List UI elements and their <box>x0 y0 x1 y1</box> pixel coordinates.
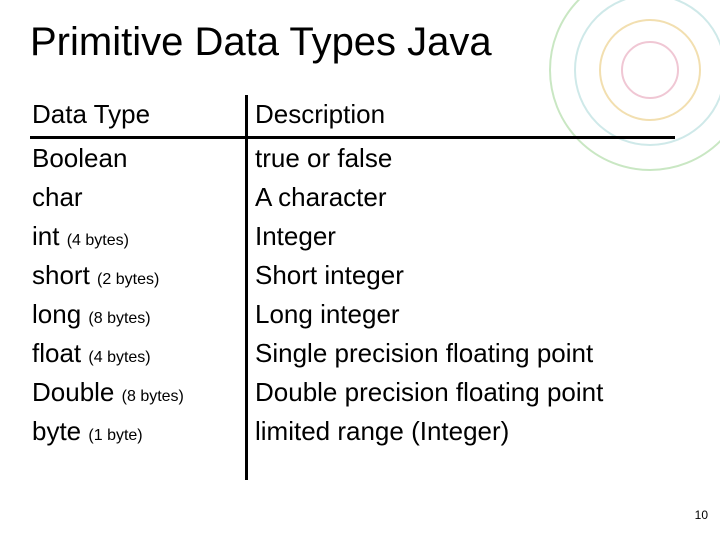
cell-desc: Single precision floating point <box>245 334 675 373</box>
table-row: char A character <box>30 178 675 217</box>
data-types-table: Data Type Description Boolean true or fa… <box>30 95 675 451</box>
cell-type: short (2 bytes) <box>30 256 245 295</box>
type-name: char <box>32 182 83 212</box>
header-data-type: Data Type <box>30 95 245 136</box>
cell-desc: Double precision floating point <box>245 373 675 412</box>
cell-desc: Integer <box>245 217 675 256</box>
cell-type: byte (1 byte) <box>30 412 245 451</box>
type-size: (8 bytes) <box>122 388 184 405</box>
cell-type: float (4 bytes) <box>30 334 245 373</box>
cell-type: Double (8 bytes) <box>30 373 245 412</box>
type-size: (4 bytes) <box>67 232 129 249</box>
table-header-row: Data Type Description <box>30 95 675 139</box>
type-name: long <box>32 299 81 329</box>
cell-type: int (4 bytes) <box>30 217 245 256</box>
type-name: byte <box>32 416 81 446</box>
type-size: (8 bytes) <box>88 310 150 327</box>
table-row: short (2 bytes) Short integer <box>30 256 675 295</box>
type-name: int <box>32 221 59 251</box>
type-name: float <box>32 338 81 368</box>
cell-desc: Short integer <box>245 256 675 295</box>
cell-desc: true or false <box>245 139 675 178</box>
type-name: Double <box>32 377 114 407</box>
table-row: long (8 bytes) Long integer <box>30 295 675 334</box>
cell-type: char <box>30 178 245 217</box>
type-size: (1 byte) <box>88 427 142 444</box>
cell-desc: Long integer <box>245 295 675 334</box>
cell-type: Boolean <box>30 139 245 178</box>
type-name: Boolean <box>32 143 127 173</box>
cell-desc: limited range (Integer) <box>245 412 675 451</box>
slide-title: Primitive Data Types Java <box>30 20 492 65</box>
table-row: Boolean true or false <box>30 139 675 178</box>
table-row: float (4 bytes) Single precision floatin… <box>30 334 675 373</box>
type-name: short <box>32 260 90 290</box>
table-row: byte (1 byte) limited range (Integer) <box>30 412 675 451</box>
table-row: Double (8 bytes) Double precision floati… <box>30 373 675 412</box>
type-size: (2 bytes) <box>97 271 159 288</box>
page-number: 10 <box>695 508 708 522</box>
header-description: Description <box>245 95 675 136</box>
cell-desc: A character <box>245 178 675 217</box>
type-size: (4 bytes) <box>88 349 150 366</box>
cell-type: long (8 bytes) <box>30 295 245 334</box>
table-row: int (4 bytes) Integer <box>30 217 675 256</box>
